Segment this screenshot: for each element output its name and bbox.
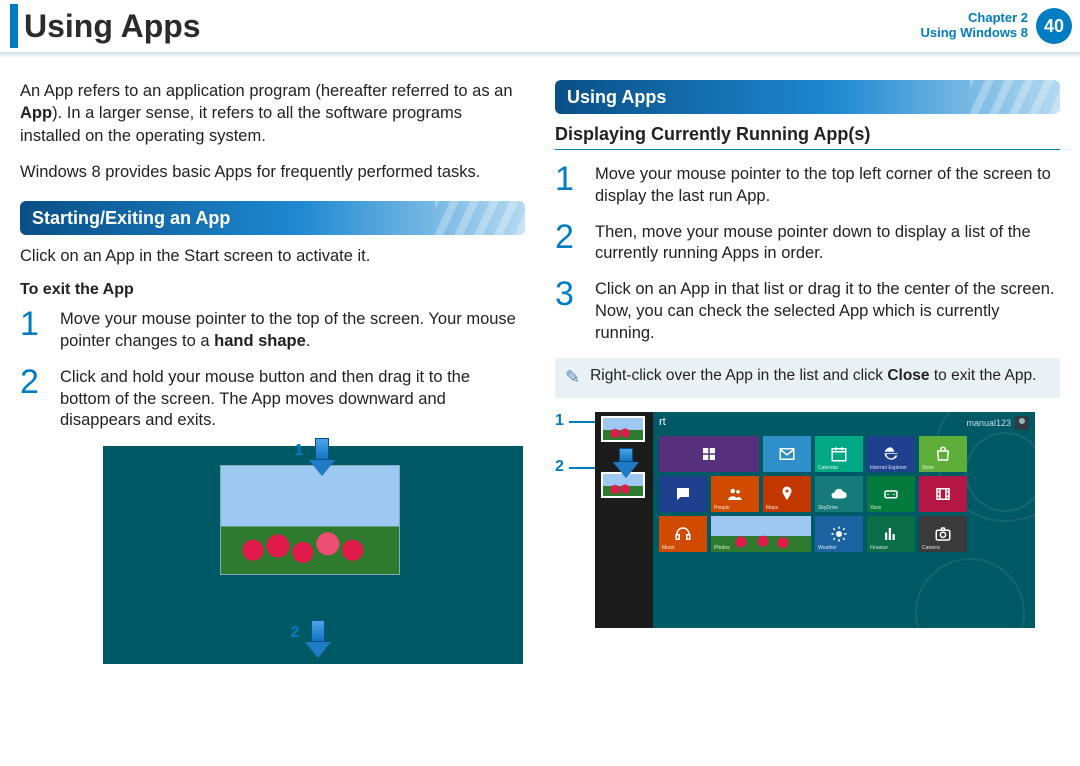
start-tile[interactable]: Finance — [867, 516, 915, 552]
right-step-2-text: Then, move your mouse pointer down to di… — [595, 222, 1060, 266]
start-tile[interactable]: Camera — [919, 516, 967, 552]
tile-caption: Weather — [818, 545, 837, 551]
right-callout-1-label: 1 — [555, 412, 564, 430]
exit-title: To exit the App — [20, 281, 525, 299]
start-label: rt — [659, 416, 666, 428]
intro-p1-bold: App — [20, 104, 52, 122]
chapter-line-2: Using Windows 8 — [921, 26, 1029, 41]
pen-icon: ✎ — [565, 366, 580, 389]
tile-caption: Maps — [766, 505, 778, 511]
intro-p1-a: An App refers to an application program … — [20, 82, 513, 100]
section-using-apps: Using Apps — [555, 80, 1060, 114]
subhead-running-apps: Displaying Currently Running App(s) — [555, 124, 1060, 150]
right-step-2: 2 Then, move your mouse pointer down to … — [555, 222, 1060, 266]
note-close-app: ✎ Right-click over the App in the list a… — [555, 358, 1060, 397]
tile-caption: Xbox — [870, 505, 881, 511]
right-step-1: 1 Move your mouse pointer to the top lef… — [555, 164, 1060, 208]
chapter-block: Chapter 2 Using Windows 8 40 — [921, 8, 1080, 44]
swirl-decor — [965, 432, 1035, 512]
right-step-1-text: Move your mouse pointer to the top left … — [595, 164, 1060, 208]
header-accent — [10, 4, 18, 48]
left-step-2: 2 Click and hold your mouse button and t… — [20, 367, 525, 432]
tile-caption: Camera — [922, 545, 940, 551]
section1-body: Click on an App in the Start screen to a… — [20, 245, 525, 267]
screenshot-start-screen: rt manual123 Calendar Internet Explorer St… — [595, 412, 1035, 628]
page-number-badge: 40 — [1036, 8, 1072, 44]
start-tile[interactable] — [763, 436, 811, 472]
tile-caption: People — [714, 505, 730, 511]
running-app-thumb[interactable] — [601, 416, 645, 442]
right-step-3: 3 Click on an App in that list or drag i… — [555, 279, 1060, 344]
arrow-down-icon — [313, 438, 331, 476]
start-tile[interactable]: Store — [919, 436, 967, 472]
avatar-icon[interactable] — [1015, 416, 1029, 430]
start-tile[interactable]: Music — [659, 516, 707, 552]
section-starting-exiting: Starting/Exiting an App — [20, 201, 525, 235]
left-step-2-num: 2 — [20, 367, 48, 432]
screenshot-drag-app: 1 2 — [103, 446, 523, 664]
start-tile[interactable] — [659, 476, 707, 512]
arrow-down-icon — [617, 448, 635, 478]
start-tile[interactable]: Photos — [711, 516, 811, 552]
start-tile[interactable]: People — [711, 476, 759, 512]
left-step-2-text: Click and hold your mouse button and the… — [60, 367, 525, 432]
tile-caption: Photos — [714, 545, 730, 551]
section-starting-exiting-label: Starting/Exiting an App — [32, 208, 230, 229]
right-step-1-num: 1 — [555, 164, 583, 208]
start-tile[interactable] — [659, 436, 759, 472]
tile-caption: SkyDrive — [818, 505, 838, 511]
start-tile[interactable]: Xbox — [867, 476, 915, 512]
start-tile[interactable] — [919, 476, 967, 512]
start-tile[interactable]: Calendar — [815, 436, 863, 472]
intro-paragraph-1: An App refers to an application program … — [20, 80, 525, 147]
callout-1-label: 1 — [295, 442, 304, 460]
user-label: manual123 — [966, 418, 1011, 428]
start-tile[interactable]: Internet Explorer — [867, 436, 915, 472]
start-tile[interactable]: Weather — [815, 516, 863, 552]
intro-p1-c: ). In a larger sense, it refers to all t… — [20, 104, 462, 144]
start-tile[interactable]: SkyDrive — [815, 476, 863, 512]
tile-caption: Internet Explorer — [870, 465, 907, 471]
tile-caption: Store — [922, 465, 934, 471]
left-step-1-num: 1 — [20, 309, 48, 353]
tile-caption: Music — [662, 545, 675, 551]
app-switcher-rail — [595, 412, 653, 628]
left-step-1: 1 Move your mouse pointer to the top of … — [20, 309, 525, 353]
screenshot-start-screen-wrap: 1 2 rt manual123 CalendarInternet — [555, 412, 1060, 628]
right-step-2-num: 2 — [555, 222, 583, 266]
right-step-3-text: Click on an App in that list or drag it … — [595, 279, 1060, 344]
swirl-decor — [915, 558, 1025, 628]
right-column: Using Apps Displaying Currently Running … — [555, 80, 1060, 664]
section-using-apps-label: Using Apps — [567, 87, 666, 108]
right-step-3-num: 3 — [555, 279, 583, 344]
left-column: An App refers to an application program … — [20, 80, 525, 664]
arrow-down-icon — [309, 620, 327, 658]
start-tiles-grid: Calendar Internet Explorer Store People Maps… — [659, 436, 967, 552]
tile-caption: Calendar — [818, 465, 838, 471]
intro-paragraph-2: Windows 8 provides basic Apps for freque… — [20, 161, 525, 183]
page-title: Using Apps — [24, 8, 201, 45]
page-header: Using Apps Chapter 2 Using Windows 8 40 — [0, 0, 1080, 56]
start-tile[interactable]: Maps — [763, 476, 811, 512]
left-step-1-text: Move your mouse pointer to the top of th… — [60, 309, 525, 353]
tile-caption: Finance — [870, 545, 888, 551]
tulip-photo — [221, 466, 399, 574]
chapter-line-1: Chapter 2 — [921, 11, 1029, 26]
callout-2-label: 2 — [291, 624, 300, 642]
chapter-lines: Chapter 2 Using Windows 8 — [921, 11, 1029, 41]
right-callout-2-label: 2 — [555, 458, 564, 476]
note-text: Right-click over the App in the list and… — [590, 366, 1036, 389]
